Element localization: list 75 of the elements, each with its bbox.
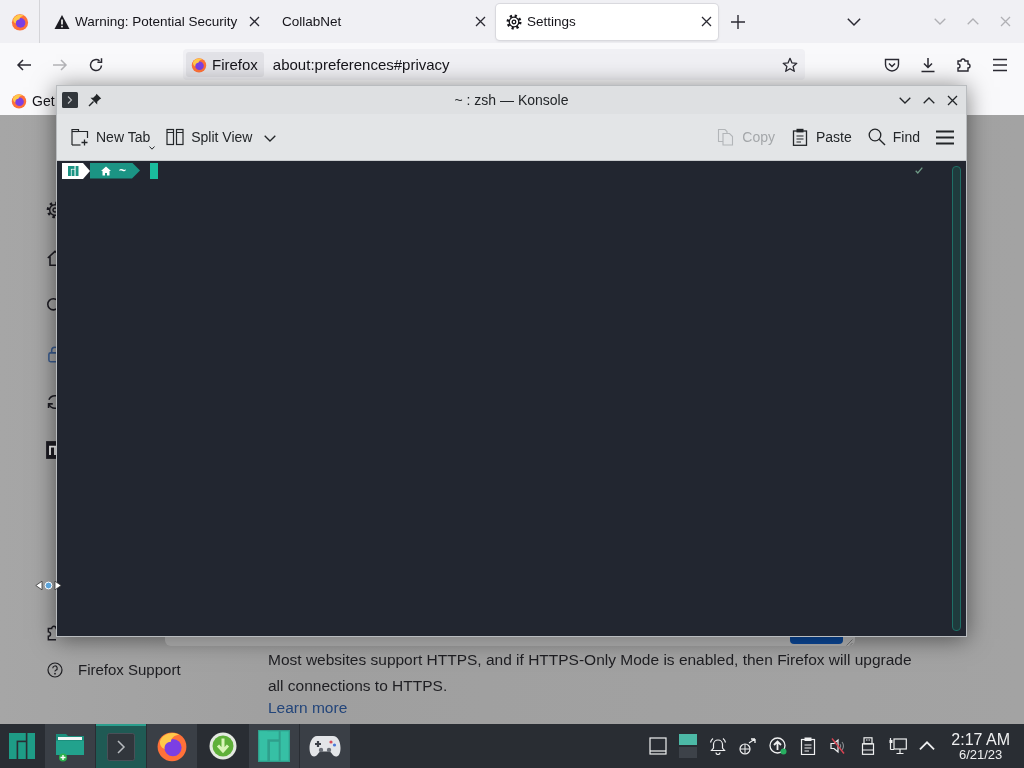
- download-icon[interactable]: [920, 56, 936, 73]
- help-icon: [47, 661, 63, 678]
- learn-more-link[interactable]: Learn more: [268, 699, 348, 717]
- terminal-icon: [107, 733, 135, 761]
- maximize-icon[interactable]: [923, 96, 935, 104]
- new-tab-icon: [71, 128, 89, 146]
- pin-icon[interactable]: [88, 93, 102, 107]
- star-icon[interactable]: [782, 56, 798, 73]
- menu-icon[interactable]: [992, 57, 1008, 72]
- info-paragraph: Most websites support HTTPS, and if HTTPS-Only Mode is enabled, then Firefox will upgrade all connections to HTTPS.: [268, 650, 913, 696]
- taskbar-item[interactable]: [45, 724, 95, 768]
- arrow-up-circle-icon[interactable]: [769, 737, 788, 755]
- browser-tab[interactable]: Settings: [496, 3, 718, 40]
- reload-icon[interactable]: [88, 56, 104, 73]
- firefox-icon: [156, 730, 188, 762]
- bookmark-item[interactable]: Get: [11, 92, 55, 109]
- window-title: ~ : zsh — Konsole: [454, 92, 569, 108]
- sync-icon[interactable]: [45, 392, 56, 412]
- terminal-app-icon[interactable]: [62, 92, 78, 108]
- close-icon[interactable]: [701, 16, 712, 27]
- bell-icon[interactable]: [709, 737, 728, 755]
- globe-arrow-icon[interactable]: [739, 737, 758, 755]
- caret-up-icon[interactable]: [919, 741, 936, 751]
- check-icon: [915, 167, 923, 174]
- launcher-logo-icon[interactable]: [9, 733, 35, 759]
- back-arrow-icon[interactable]: [16, 56, 32, 73]
- puzzle-icon[interactable]: [956, 56, 972, 73]
- split-view-icon: [166, 128, 185, 146]
- plus-icon[interactable]: [730, 13, 746, 30]
- paste-button[interactable]: Paste: [784, 121, 858, 153]
- gear-icon: [506, 13, 522, 30]
- clipboard-icon: [790, 128, 809, 146]
- chevron-down-icon[interactable]: [847, 18, 861, 27]
- firefox-icon: [11, 92, 27, 109]
- close-icon[interactable]: [249, 16, 260, 27]
- firefox-icon: [191, 56, 207, 73]
- minimize-icon[interactable]: [899, 96, 911, 104]
- prompt-path: ~: [119, 162, 126, 179]
- copy-icon: [717, 128, 736, 146]
- new-tab-button[interactable]: New Tab: [65, 121, 157, 153]
- gamepad-icon: [309, 734, 341, 758]
- address-bar[interactable]: Firefox about:preferences#privacy: [183, 49, 805, 80]
- house-icon[interactable]: [45, 248, 56, 268]
- url-text: about:preferences#privacy: [272, 56, 451, 73]
- clipboard-icon[interactable]: [799, 737, 818, 755]
- find-button[interactable]: Find: [861, 121, 926, 153]
- scrollbar[interactable]: [952, 166, 961, 631]
- chevron-down-icon[interactable]: [264, 135, 277, 142]
- show-desktop-icon[interactable]: [649, 737, 668, 755]
- download-circle-icon: [209, 732, 237, 760]
- resize-grip-icon[interactable]: [845, 638, 853, 646]
- identity-button[interactable]: Firefox: [186, 52, 264, 77]
- blocks-logo-icon: [258, 730, 290, 762]
- firefox-icon: [10, 12, 29, 31]
- clock[interactable]: 2:17 AM 6/21/23: [951, 730, 1010, 762]
- wired-network-icon[interactable]: [889, 737, 908, 755]
- home-icon: [101, 165, 111, 176]
- close-icon[interactable]: [947, 94, 958, 106]
- warning-icon: [54, 13, 70, 30]
- desktop-pager-icon[interactable]: [679, 734, 698, 758]
- text-cursor: [150, 162, 158, 179]
- taskbar-item[interactable]: [147, 724, 197, 768]
- browser-tab[interactable]: CollabNet: [270, 3, 492, 40]
- browser-tab[interactable]: Warning: Potential Security: [44, 3, 266, 40]
- search-icon: [867, 128, 886, 146]
- menu-icon[interactable]: [936, 129, 954, 145]
- caret-icon: [149, 146, 156, 150]
- support-link[interactable]: Firefox Support: [45, 661, 181, 678]
- pocket-icon[interactable]: [884, 56, 900, 73]
- taskbar-item[interactable]: [300, 724, 350, 768]
- lock-icon[interactable]: [45, 344, 56, 364]
- close-icon[interactable]: [475, 16, 486, 27]
- resize-cursor-icon: [35, 580, 62, 591]
- gear-icon[interactable]: [45, 200, 56, 220]
- split-view-button[interactable]: Split View: [160, 121, 259, 153]
